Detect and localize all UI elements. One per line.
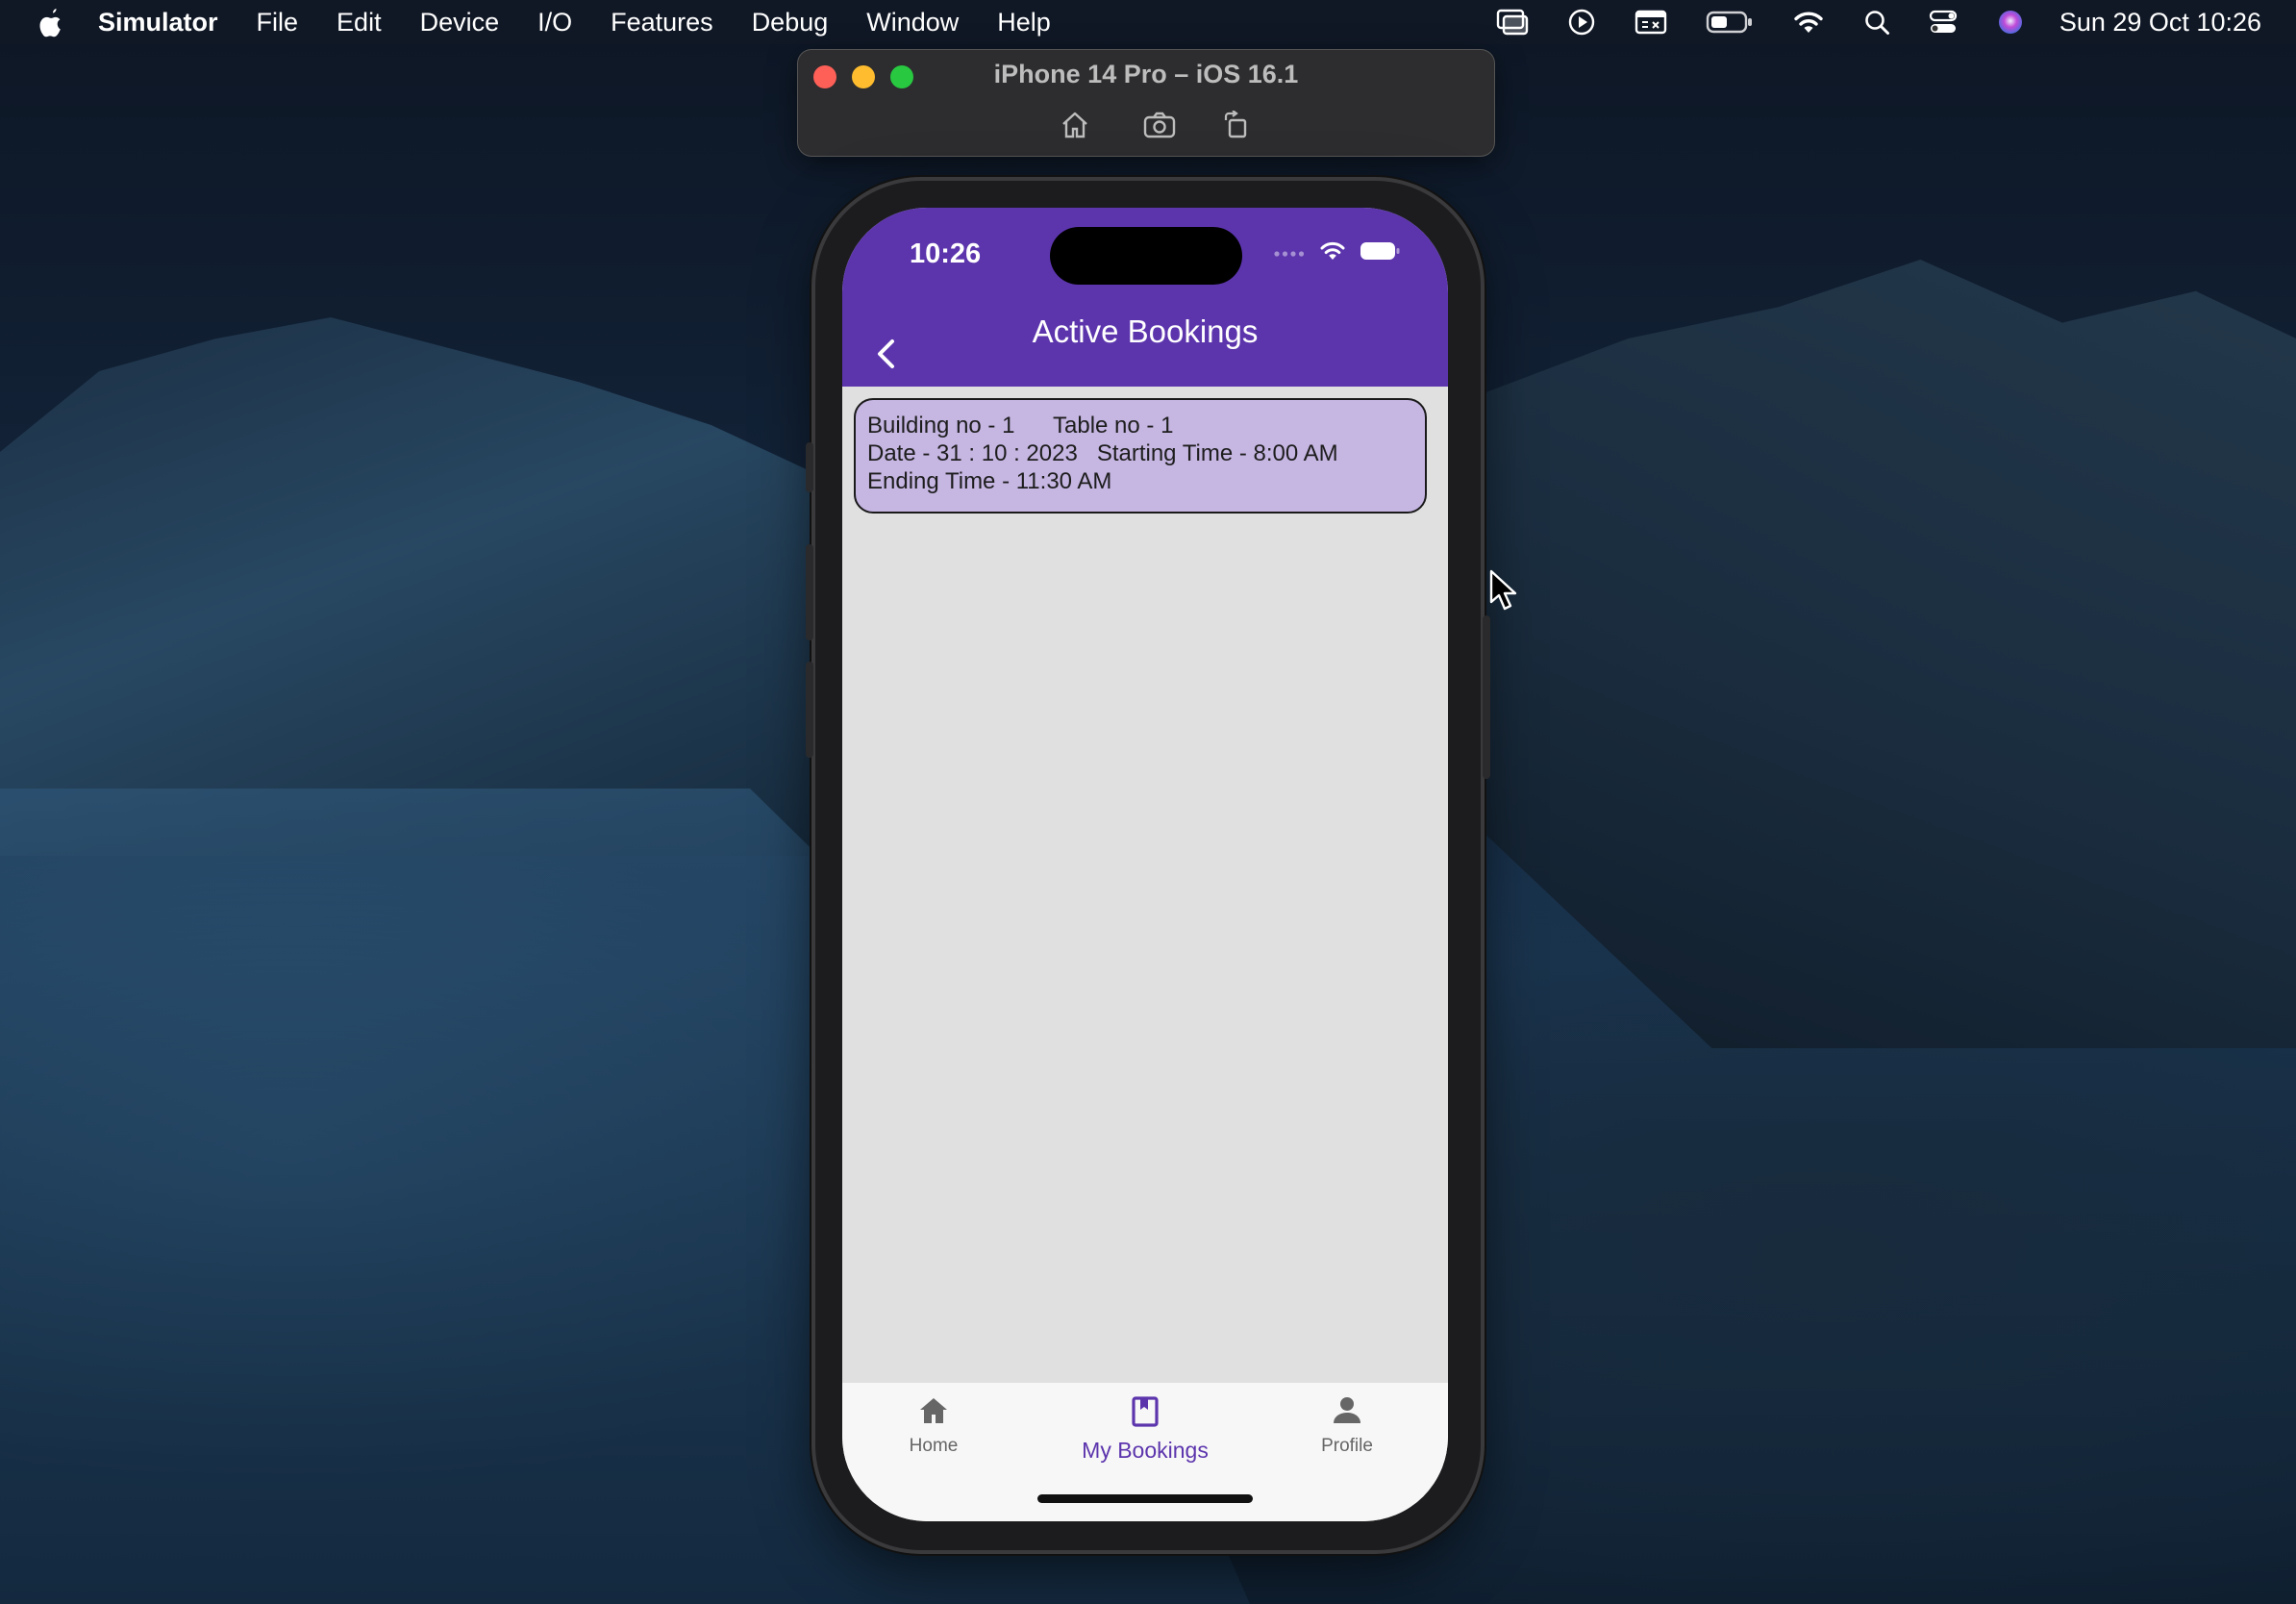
keyboard-brightness-icon[interactable] [1635,9,1667,36]
menu-app-name[interactable]: Simulator [98,8,218,38]
home-icon [918,1396,949,1430]
person-icon [1332,1396,1362,1430]
simulator-title: iPhone 14 Pro – iOS 16.1 [993,60,1299,88]
nav-label-home: Home [909,1436,959,1456]
action-button [806,442,813,492]
menu-io[interactable]: I/O [537,8,572,38]
power-button [1483,615,1490,779]
control-center-icon[interactable] [1929,9,1958,36]
menu-features[interactable]: Features [611,8,713,38]
volume-down-button [806,662,813,758]
nav-label-my-bookings: My Bookings [1082,1438,1209,1463]
desktop: Simulator File Edit Device I/O Features … [0,0,2296,1604]
dynamic-island [1050,227,1242,285]
wallpaper-mountains-left [0,317,827,856]
status-bar-time: 10:26 [910,238,982,269]
page-title: Active Bookings [1032,313,1259,349]
nav-item-profile[interactable]: Profile [1260,1396,1434,1473]
menu-edit[interactable]: Edit [337,8,382,38]
nav-item-home[interactable]: Home [847,1396,1020,1473]
booking-building-table: Building no - 1 Table no - 1 [867,413,1174,439]
nav-item-my-bookings[interactable]: My Bookings [1059,1396,1232,1473]
menu-bar: Simulator File Edit Device I/O Features … [0,0,2296,44]
mouse-cursor-icon [1488,569,1519,616]
wallpaper-mountains-right [1461,260,2296,1048]
menu-device[interactable]: Device [420,8,500,38]
volume-up-button [806,544,813,640]
iphone-device: 10:26 Active Bookings Building no - 1 Ta… [806,181,1490,1550]
bookmark-icon [1131,1396,1160,1432]
battery-icon [1360,240,1400,266]
menu-debug[interactable]: Debug [752,8,829,38]
rotate-icon[interactable] [1217,106,1256,144]
screen-mirroring-icon[interactable] [1496,9,1529,36]
menu-file[interactable]: File [257,8,299,38]
simulator-toolbar [798,106,1494,144]
home-indicator[interactable] [1037,1494,1253,1503]
play-icon[interactable] [1567,8,1596,37]
wifi-icon[interactable] [1792,9,1825,36]
battery-icon[interactable] [1706,10,1754,35]
booking-card[interactable]: Building no - 1 Table no - 1 Date - 31 :… [854,398,1427,514]
nav-label-profile: Profile [1321,1436,1373,1456]
search-icon[interactable] [1863,9,1890,36]
app-bar: 10:26 Active Bookings [842,208,1448,387]
menu-help[interactable]: Help [997,8,1051,38]
signal-dots-icon [1273,245,1306,263]
phone-screen: 10:26 Active Bookings Building no - 1 Ta… [842,208,1448,1521]
screenshot-icon[interactable] [1140,106,1179,144]
menu-bar-clock[interactable]: Sun 29 Oct 10:26 [2059,8,2261,38]
simulator-window-titlebar: iPhone 14 Pro – iOS 16.1 [798,50,1494,156]
siri-icon[interactable] [1996,8,2025,37]
menu-window[interactable]: Window [866,8,959,38]
wifi-icon [1319,240,1346,266]
apple-logo-icon[interactable] [37,7,65,38]
booking-end-time: Ending Time - 11:30 AM [867,468,1112,494]
home-icon[interactable] [1056,106,1094,144]
status-bar-icons [1260,240,1400,266]
booking-date-start: Date - 31 : 10 : 2023 Starting Time - 8:… [867,440,1338,466]
